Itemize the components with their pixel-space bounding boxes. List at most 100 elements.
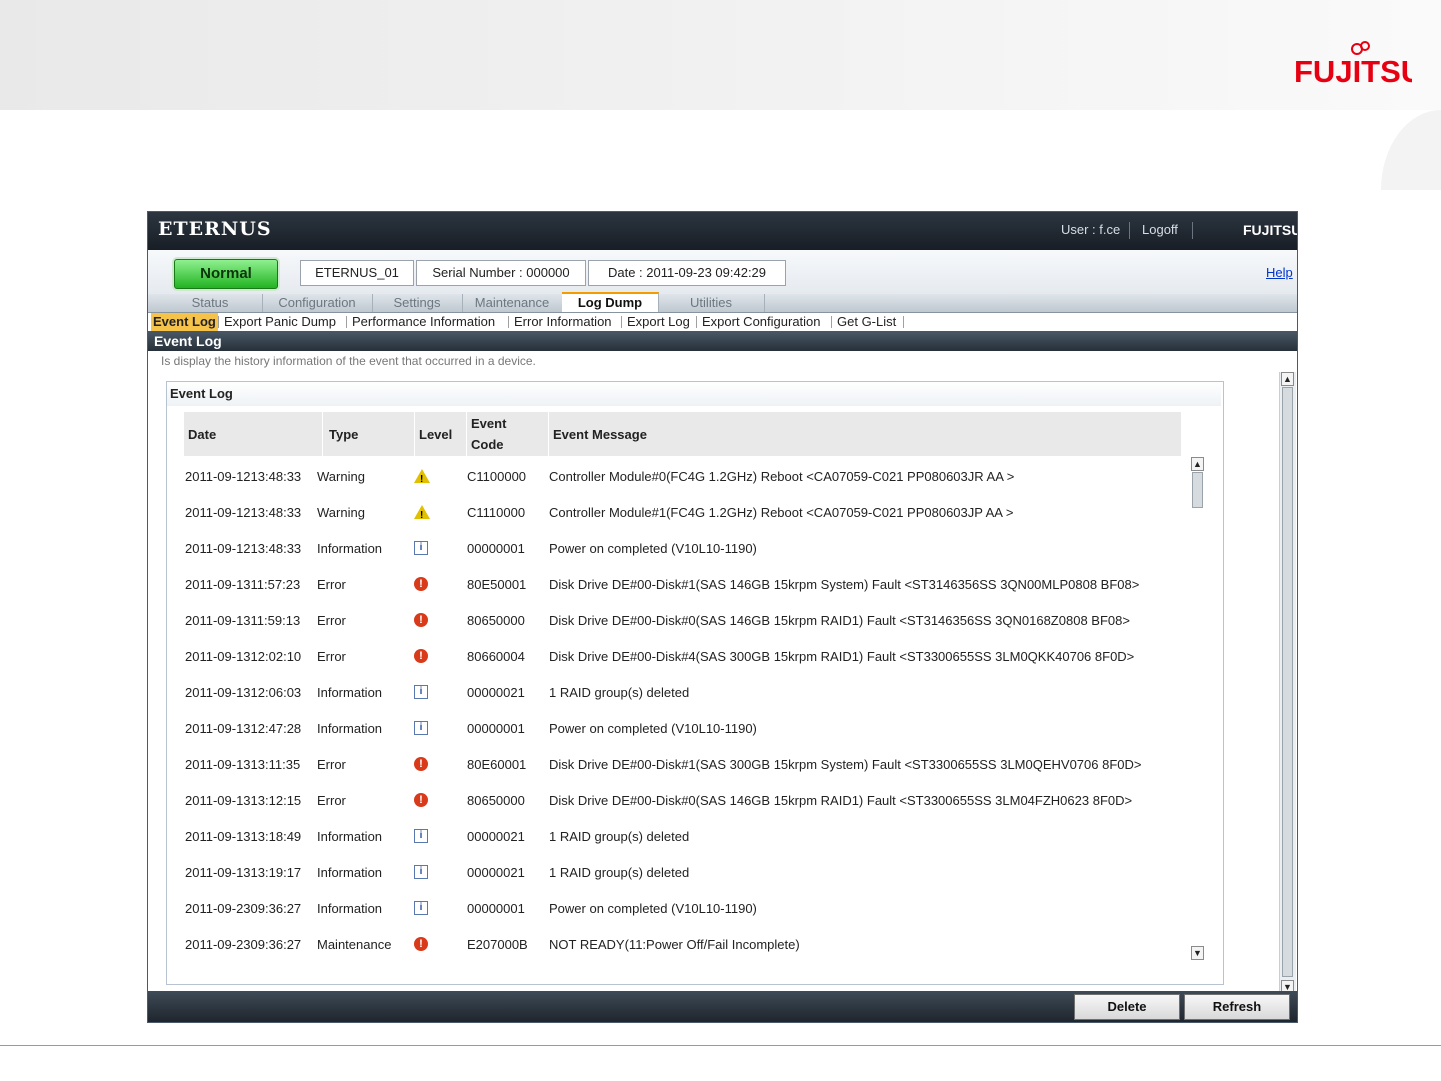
- row-code: 00000001: [467, 720, 525, 736]
- row-type: Error: [317, 792, 346, 808]
- row-message: Controller Module#0(FC4G 1.2GHz) Reboot …: [549, 468, 1015, 484]
- row-message: NOT READY(11:Power Off/Fail Incomplete): [549, 936, 800, 952]
- eternus-window: ETERNUS User : f.ce Logoff FUJITSU Norma…: [147, 211, 1298, 1023]
- slide-divider: [0, 1045, 1441, 1046]
- table-scroll-up-icon[interactable]: ▲: [1191, 457, 1204, 471]
- row-code: E207000B: [467, 936, 528, 952]
- table-row[interactable]: 2011-09-13 12:47:28 Information i 0000000…: [184, 710, 1188, 746]
- logoff-link[interactable]: Logoff: [1142, 222, 1178, 237]
- help-link[interactable]: Help: [1266, 265, 1293, 280]
- table-row[interactable]: 2011-09-13 13:12:15 Error ! 80650000 Disk…: [184, 782, 1188, 818]
- status-normal-button[interactable]: Normal: [174, 259, 278, 289]
- info-icon: i: [414, 865, 428, 879]
- row-type: Information: [317, 900, 383, 916]
- row-type: Maintenance: [317, 936, 392, 952]
- table-row[interactable]: 2011-09-13 12:02:10 Error ! 80660004 Disk…: [184, 638, 1188, 674]
- status-bar: Normal ETERNUS_01 Serial Number : 000000…: [148, 250, 1297, 294]
- info-icon: i: [414, 541, 428, 555]
- tab-settings[interactable]: Settings: [372, 294, 463, 312]
- footer-bar: Delete Refresh: [148, 991, 1297, 1022]
- row-level: i: [414, 710, 464, 746]
- scroll-up-icon[interactable]: ▲: [1281, 372, 1294, 386]
- row-level: i: [414, 674, 464, 710]
- row-date: 2011-09-12 13:48:33: [185, 468, 302, 484]
- column-event-message[interactable]: Event Message: [549, 412, 1182, 456]
- section-title: Event Log: [148, 331, 1297, 351]
- row-type: Information: [317, 540, 383, 556]
- table-row[interactable]: 2011-09-13 13:19:17 Information i 0000002…: [184, 854, 1188, 890]
- row-date: 2011-09-13 13:11:35: [185, 756, 301, 772]
- user-label: User : f.ce: [1061, 222, 1121, 237]
- row-message: Disk Drive DE#00-Disk#0(SAS 146GB 15krpm…: [549, 792, 1133, 808]
- table-row[interactable]: 2011-09-13 12:06:03 Information i 0000002…: [184, 674, 1188, 710]
- subtab-separator: [696, 316, 697, 328]
- row-date: 2011-09-13 11:59:13: [185, 612, 301, 628]
- row-code: C1100000: [467, 468, 527, 484]
- row-code: 00000021: [467, 684, 525, 700]
- row-level: !: [414, 602, 464, 638]
- subtab-export-log[interactable]: Export Log: [627, 313, 690, 331]
- tab-status[interactable]: Status: [158, 294, 263, 312]
- tab-configuration[interactable]: Configuration: [262, 294, 373, 312]
- column-event-code-line2: Code: [471, 437, 504, 452]
- refresh-button[interactable]: Refresh: [1184, 994, 1290, 1020]
- column-date[interactable]: Date: [184, 412, 323, 456]
- table-row[interactable]: 2011-09-1213:48:33 Warning C1110000 Cont…: [184, 494, 1188, 530]
- error-icon: !: [414, 577, 428, 591]
- row-message: 1 RAID group(s) deleted: [549, 684, 690, 700]
- row-date: 2011-09-12 13:48:33: [185, 540, 302, 556]
- column-type[interactable]: Type: [323, 412, 415, 456]
- subtab-separator: [508, 316, 509, 328]
- subtab-performance-information[interactable]: Performance Information: [352, 313, 495, 331]
- device-name-box: ETERNUS_01: [300, 260, 414, 286]
- row-level: !: [414, 746, 464, 782]
- table-row[interactable]: 2011-09-13 13:18:49 Information i 0000002…: [184, 818, 1188, 854]
- tab-maintenance[interactable]: Maintenance: [462, 294, 563, 312]
- table-row[interactable]: 2011-09-13 11:57:23 Error ! 80E50001 Disk…: [184, 566, 1188, 602]
- table-scroll-thumb[interactable]: [1192, 472, 1203, 508]
- table-row[interactable]: 2011-09-23 09:36:27 Maintenance ! E207000…: [184, 926, 1188, 962]
- header-separator: [1192, 222, 1193, 239]
- column-event-code[interactable]: Event Code: [467, 412, 549, 456]
- row-type: Error: [317, 576, 346, 592]
- delete-button[interactable]: Delete: [1074, 994, 1180, 1020]
- table-scrollbar[interactable]: ▲ ▼: [1190, 457, 1206, 963]
- row-date: 2011-09-13 13:12:15: [185, 792, 302, 808]
- scroll-thumb[interactable]: [1282, 387, 1293, 977]
- subtab-error-information[interactable]: Error Information: [514, 313, 612, 331]
- row-code: 80E50001: [467, 576, 527, 592]
- table-row[interactable]: 2011-09-12 13:48:33 Information i 0000000…: [184, 530, 1188, 566]
- content-scrollbar[interactable]: ▲ ▼: [1279, 372, 1296, 994]
- row-level: !: [414, 926, 464, 962]
- table-row[interactable]: 2011-09-13 13:11:35 Error ! 80E60001 Disk…: [184, 746, 1188, 782]
- subtab-get-g-list[interactable]: Get G-List: [837, 313, 896, 331]
- warning-icon: [414, 505, 430, 524]
- subtab-export-panic-dump[interactable]: Export Panic Dump: [224, 313, 336, 331]
- row-level: i: [414, 818, 464, 854]
- subtab-separator: [621, 316, 622, 328]
- table-row[interactable]: 2011-09-1213:48:33 Warning C1100000 Cont…: [184, 458, 1188, 494]
- row-type: Error: [317, 648, 346, 664]
- column-level[interactable]: Level: [415, 412, 467, 456]
- row-message: Disk Drive DE#00-Disk#1(SAS 146GB 15krpm…: [549, 576, 1140, 592]
- table-row[interactable]: 2011-09-23 09:36:27 Information i 0000000…: [184, 890, 1188, 926]
- warning-icon: [414, 469, 430, 488]
- table-scroll-down-icon[interactable]: ▼: [1191, 946, 1204, 960]
- row-type: Information: [317, 684, 383, 700]
- row-type: Information: [317, 720, 383, 736]
- subtab-export-configuration[interactable]: Export Configuration: [702, 313, 821, 331]
- subtab-separator: [903, 316, 904, 328]
- row-message: Power on completed (V10L10-1190): [549, 720, 757, 736]
- table-row[interactable]: 2011-09-13 11:59:13 Error ! 80650000 Disk…: [184, 602, 1188, 638]
- info-icon: i: [414, 721, 428, 735]
- row-type: Error: [317, 756, 346, 772]
- row-date: 2011-09-13 12:02:10: [185, 648, 302, 664]
- row-date: 2011-09-13 13:19:17: [185, 864, 302, 880]
- tab-log-dump[interactable]: Log Dump: [562, 292, 659, 312]
- table-header: Date Type Level Event Code Event Message: [184, 412, 1182, 456]
- info-icon: i: [414, 685, 428, 699]
- error-icon: !: [414, 613, 428, 627]
- tab-utilities[interactable]: Utilities: [658, 294, 765, 312]
- subtab-event-log[interactable]: Event Log: [151, 313, 218, 331]
- row-code: 00000021: [467, 828, 525, 844]
